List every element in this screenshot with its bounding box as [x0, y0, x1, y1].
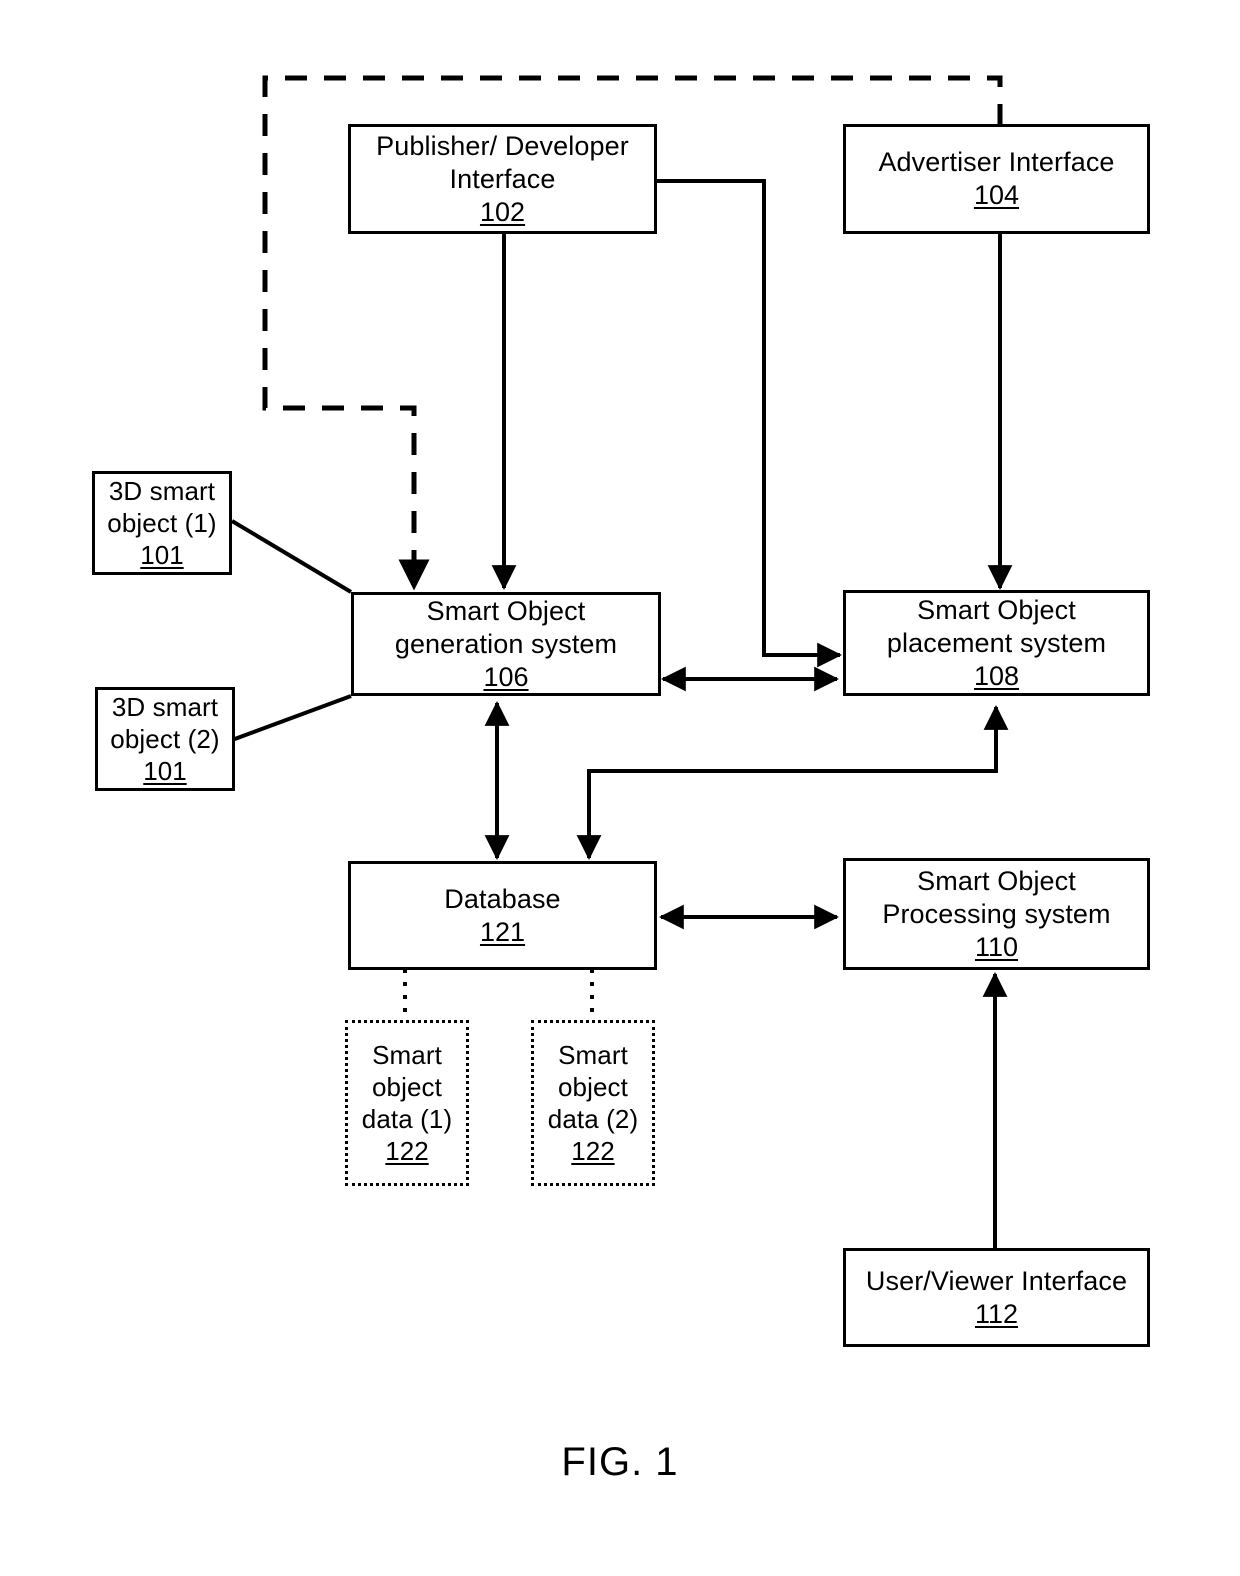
node-database[interactable]: Database 121 — [348, 861, 657, 970]
node-reference-numeral: 122 — [385, 1136, 429, 1166]
node-smart-object-data-1[interactable]: Smart object data (1) 122 — [345, 1020, 469, 1186]
node-title: 3D smart object (2) — [110, 692, 220, 754]
node-title: Publisher/ Developer Interface — [376, 130, 629, 194]
node-reference-numeral: 110 — [974, 931, 1019, 962]
node-reference-numeral: 108 — [973, 660, 1020, 691]
node-reference-numeral: 104 — [973, 180, 1020, 210]
node-smart-object-data-2[interactable]: Smart object data (2) 122 — [531, 1020, 655, 1186]
node-reference-numeral: 112 — [974, 1298, 1019, 1329]
node-title: Advertiser Interface — [878, 147, 1115, 177]
node-title: 3D smart object (1) — [107, 476, 217, 538]
node-reference-numeral: 101 — [143, 756, 187, 786]
node-title: User/Viewer Interface — [865, 1265, 1128, 1296]
node-title: Smart Object Processing system — [882, 865, 1111, 929]
node-smart-object-generation-system[interactable]: Smart Object generation system 106 — [351, 592, 661, 696]
node-title: Database — [444, 883, 561, 914]
node-title: Smart object data (2) — [547, 1040, 639, 1134]
connector-database-placement-link — [576, 705, 1009, 860]
node-advertiser-interface[interactable]: Advertiser Interface 104 — [843, 124, 1150, 234]
node-smart-object-1[interactable]: 3D smart object (1) 101 — [92, 471, 232, 575]
node-smart-object-placement-system[interactable]: Smart Object placement system 108 — [843, 590, 1150, 696]
node-smart-object-processing-system[interactable]: Smart Object Processing system 110 — [843, 858, 1150, 970]
node-smart-object-2[interactable]: 3D smart object (2) 101 — [95, 687, 235, 791]
node-title: Smart object data (1) — [361, 1040, 453, 1134]
connector-publisher-to-placement — [657, 179, 842, 668]
node-user-viewer-interface[interactable]: User/Viewer Interface 112 — [843, 1248, 1150, 1347]
patent-figure: Publisher/ Developer Interface 102 Adver… — [0, 0, 1240, 1576]
node-reference-numeral: 121 — [479, 916, 526, 947]
node-title: Smart Object generation system — [394, 595, 618, 659]
node-title: Smart Object placement system — [886, 594, 1107, 658]
node-reference-numeral: 106 — [483, 661, 529, 692]
connector-smart-object-1-to-generation — [230, 519, 353, 594]
node-reference-numeral: 101 — [140, 540, 184, 570]
node-reference-numeral: 102 — [479, 196, 526, 227]
node-publisher-developer-interface[interactable]: Publisher/ Developer Interface 102 — [348, 124, 657, 234]
connector-smart-object-2-to-generation — [231, 694, 352, 742]
figure-caption: FIG. 1 — [561, 1440, 679, 1484]
node-reference-numeral: 122 — [571, 1136, 615, 1166]
